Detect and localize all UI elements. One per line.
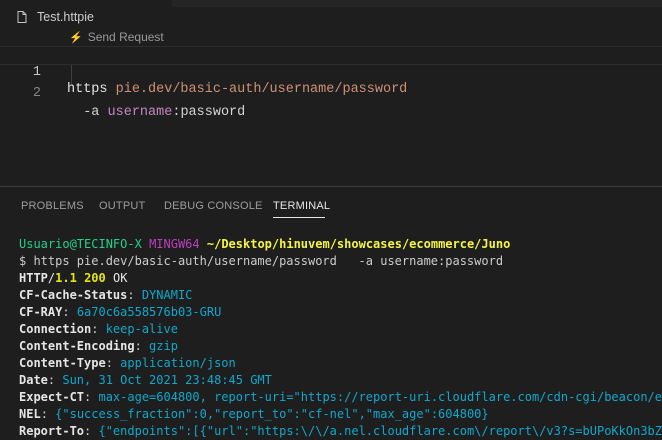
status-proto: HTTP (19, 271, 48, 285)
header-line: Connection: keep-alive (19, 322, 178, 336)
header-value: gzip (149, 339, 178, 353)
status-version: 1.1 (55, 271, 77, 285)
header-name: Content-Encoding (19, 339, 135, 353)
active-tab-indicator (273, 217, 325, 218)
url-token: pie.dev/basic-auth/username/password (115, 82, 408, 97)
prompt-shell: MINGW64 (149, 237, 200, 251)
prompt-path: ~/Desktop/hinuvem/showcases/ecommerce/Ju… (206, 237, 511, 251)
flag-token: -a (67, 105, 108, 120)
header-name: Date (19, 373, 48, 387)
header-value: {"success_fraction":0,"report_to":"cf-ne… (55, 407, 489, 421)
header-name: Expect-CT (19, 390, 85, 404)
code-editor[interactable]: 1 https pie.dev/basic-auth/username/pass… (0, 46, 662, 186)
header-name: Report-To (19, 424, 85, 438)
header-name: CF-Cache-Status (19, 288, 128, 302)
editor-line[interactable]: 2 -a username:password (0, 65, 662, 120)
status-reason: OK (112, 271, 128, 285)
send-request-codelens[interactable]: ⚡ Send Request (69, 29, 164, 45)
header-line: Date: Sun, 31 Oct 2021 23:48:45 GMT (19, 373, 272, 387)
editor-tab-strip (0, 0, 662, 7)
command-line: $ https pie.dev/basic-auth/username/pass… (19, 254, 504, 268)
auth-pass-token: password (180, 105, 246, 120)
header-value: DYNAMIC (141, 288, 193, 302)
lightning-icon: ⚡ (69, 32, 83, 44)
active-tab-remnant[interactable] (0, 0, 172, 7)
header-value: {"endpoints":[{"url":"https:\/\/a.nel.cl… (98, 424, 662, 438)
header-value: 6a70c6a558576b03-GRU (76, 305, 222, 319)
send-request-label[interactable]: Send Request (88, 30, 164, 44)
tab-problems[interactable]: PROBLEMS (21, 200, 84, 213)
terminal-output[interactable]: Usuario@TECINFO-X MINGW64 ~/Desktop/hinu… (0, 232, 662, 438)
header-line: Expect-CT: max-age=604800, report-uri="h… (19, 389, 662, 406)
file-icon (17, 11, 27, 23)
tab-debug-console[interactable]: DEBUG CONSOLE (164, 200, 263, 213)
header-value: application/json (120, 356, 236, 370)
tab-output[interactable]: OUTPUT (99, 200, 145, 213)
header-name: NEL (19, 407, 41, 421)
line-code[interactable]: -a username:password (67, 103, 245, 122)
header-value: max-age=604800, report-uri="https://repo… (98, 390, 662, 404)
breadcrumb: Test.httpie (0, 7, 662, 29)
auth-user-token: username (107, 105, 173, 120)
prompt-line: Usuario@TECINFO-X MINGW64 ~/Desktop/hinu… (19, 236, 510, 253)
header-value: keep-alive (105, 322, 178, 336)
header-line: Content-Encoding: gzip (19, 339, 178, 353)
method-token: https (67, 82, 108, 97)
editor-line[interactable]: 1 https pie.dev/basic-auth/username/pass… (0, 46, 662, 97)
header-value: Sun, 31 Oct 2021 23:48:45 GMT (62, 373, 272, 387)
header-line: CF-RAY: 6a70c6a558576b03-GRU (19, 305, 222, 319)
breadcrumb-file-name[interactable]: Test.httpie (37, 9, 94, 25)
panel-tab-bar: PROBLEMS OUTPUT DEBUG CONSOLE TERMINAL (0, 187, 662, 225)
header-line: Content-Type: application/json (19, 356, 236, 370)
header-name: CF-RAY (19, 305, 63, 319)
header-line: Report-To: {"endpoints":[{"url":"https:\… (19, 423, 662, 440)
prompt-user-host: Usuario@TECINFO-X (19, 237, 142, 251)
line-number: 2 (32, 86, 41, 101)
header-name: Connection (19, 322, 92, 336)
tab-terminal[interactable]: TERMINAL (273, 200, 330, 213)
header-line: NEL: {"success_fraction":0,"report_to":"… (19, 407, 489, 421)
indent-guide (71, 65, 72, 84)
header-name: Content-Type (19, 356, 106, 370)
status-line: HTTP/1.1 200 OK (19, 270, 127, 287)
header-line: CF-Cache-Status: DYNAMIC (19, 288, 193, 302)
status-code: 200 (84, 271, 106, 285)
